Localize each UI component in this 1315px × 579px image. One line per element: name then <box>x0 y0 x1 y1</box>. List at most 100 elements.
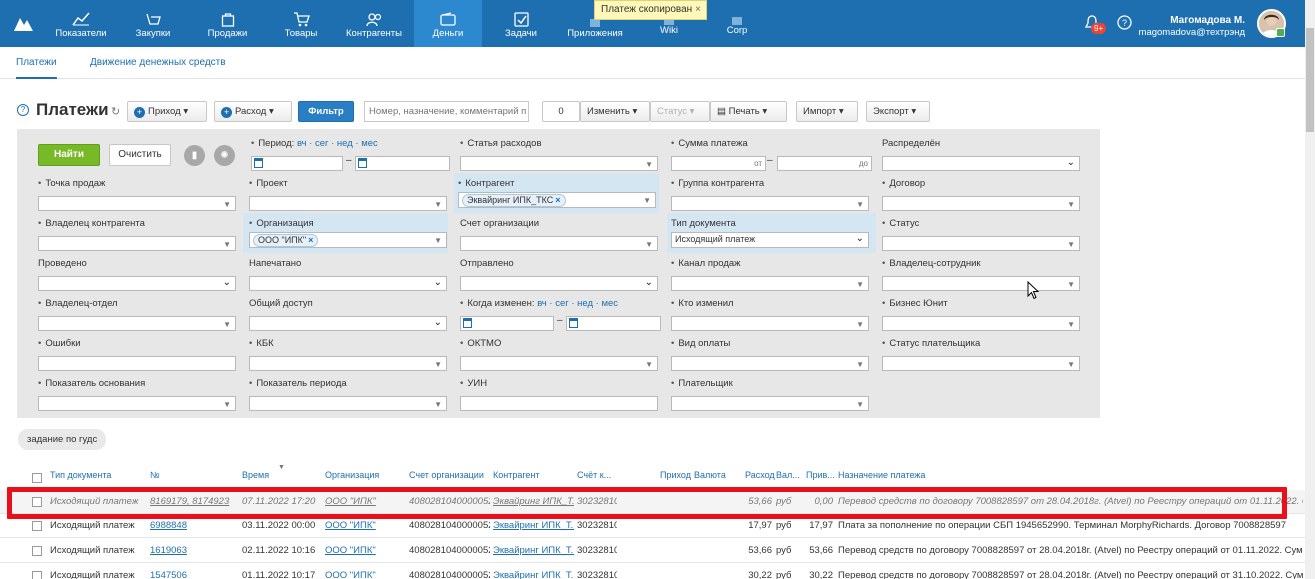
project-select[interactable]: ▼ <box>249 196 447 211</box>
status-select[interactable]: ▼ <box>882 236 1080 251</box>
calendar-icon[interactable] <box>254 158 263 168</box>
row-checkbox[interactable] <box>32 546 42 556</box>
status-button[interactable]: Статус ▾ <box>650 101 710 122</box>
cell-counterparty[interactable]: Эквайринг ИПК_Т... <box>493 520 574 531</box>
search-input[interactable] <box>364 101 529 122</box>
cell-organization[interactable]: ООО "ИПК" <box>325 570 405 579</box>
column-header[interactable]: Назначение платежа <box>838 470 925 480</box>
distributed-select[interactable]: ⌄ <box>882 156 1080 171</box>
nav-item-goods[interactable]: Товары <box>275 0 327 47</box>
period-indicator-select[interactable]: ▼ <box>249 396 447 411</box>
counterparty-owner-select[interactable]: ▼ <box>38 236 236 251</box>
refresh-icon[interactable]: ↻ <box>111 105 120 118</box>
expense-item-select[interactable]: ▼ <box>460 156 658 171</box>
payment-type-select[interactable]: ▼ <box>671 356 869 371</box>
counterparty-tag[interactable]: Эквайринг ИПК_ТКС × <box>462 194 566 207</box>
column-header[interactable]: Счет организации <box>409 470 484 480</box>
amount-from-input[interactable]: от <box>671 156 766 171</box>
tab-payments[interactable]: Платежи <box>16 57 57 79</box>
logo-icon[interactable] <box>12 14 34 32</box>
export-button[interactable]: Экспорт ▾ <box>866 101 930 122</box>
income-button[interactable]: + Приход ▾ <box>127 101 207 122</box>
cell-number[interactable]: 1619063 <box>150 545 230 556</box>
scrollbar-thumb[interactable] <box>1306 28 1314 132</box>
column-header[interactable]: Организация <box>325 470 379 480</box>
shared-access-select[interactable]: ⌄ <box>249 316 447 331</box>
column-header[interactable]: Валюта <box>694 470 726 480</box>
nav-item-corp[interactable]: Corp <box>720 0 754 47</box>
cell-organization[interactable]: ООО "ИПК" <box>325 496 405 507</box>
who-changed-select[interactable]: ▼ <box>671 316 869 331</box>
print-button[interactable]: ▤ Печать ▾ <box>710 101 787 122</box>
nav-item-sales[interactable]: Продажи <box>200 0 255 47</box>
import-button[interactable]: Импорт ▾ <box>796 101 858 122</box>
nav-item-purchases[interactable]: Закупки <box>128 0 178 47</box>
column-header[interactable]: Вал... <box>776 470 800 480</box>
period-shortcuts[interactable]: вч · сег · нед · мес <box>297 138 378 149</box>
expense-button[interactable]: + Расход ▾ <box>214 101 292 122</box>
cell-number[interactable]: 8169179, 8174923 <box>150 496 230 507</box>
cell-number[interactable]: 6988848 <box>150 520 230 531</box>
calendar-icon[interactable] <box>358 158 367 168</box>
close-icon[interactable]: × <box>695 1 701 19</box>
cell-counterparty[interactable]: Эквайринг ИПК_Т... <box>493 570 574 579</box>
find-button[interactable]: Найти <box>38 144 100 166</box>
sent-select[interactable]: ⌄ <box>460 276 658 291</box>
kbk-select[interactable]: ▼ <box>249 356 447 371</box>
row-checkbox[interactable] <box>32 521 42 531</box>
payer-status-select[interactable]: ▼ <box>882 356 1080 371</box>
contract-select[interactable]: ▼ <box>882 196 1080 211</box>
column-header[interactable]: Приход <box>660 470 691 480</box>
table-row[interactable]: Исходящий платеж 1547506 01.11.2022 10:1… <box>0 564 1305 579</box>
column-header[interactable]: Счёт к... <box>577 470 611 480</box>
bookmark-icon[interactable]: ▮ <box>184 145 205 166</box>
nav-item-money[interactable]: Деньги <box>414 0 482 47</box>
period-from-input[interactable] <box>251 156 343 171</box>
nav-item-indicators[interactable]: Показатели <box>50 0 112 47</box>
select-all-checkbox[interactable] <box>32 473 42 483</box>
row-checkbox[interactable] <box>32 571 42 579</box>
errors-input[interactable] <box>38 356 236 371</box>
cell-counterparty[interactable]: Эквайринг ИПК_Т... <box>493 496 574 507</box>
owner-department-select[interactable]: ▼ <box>38 316 236 331</box>
table-row[interactable]: Исходящий платеж 6988848 03.11.2022 00:0… <box>0 514 1305 538</box>
remove-tag-icon[interactable]: × <box>308 235 313 245</box>
uin-input[interactable] <box>460 396 658 411</box>
table-row[interactable]: Исходящий платеж 1619063 02.11.2022 10:1… <box>0 539 1305 563</box>
cell-organization[interactable]: ООО "ИПК" <box>325 545 405 556</box>
help-icon[interactable]: ? <box>17 104 29 116</box>
user-name[interactable]: Магомадова М. <box>1170 15 1245 26</box>
organization-tag[interactable]: ООО "ИПК" × <box>253 234 319 247</box>
oktmo-select[interactable]: ▼ <box>460 356 658 371</box>
basis-indicator-select[interactable]: ▼ <box>38 396 236 411</box>
column-header[interactable]: Тип документа <box>50 470 111 480</box>
nav-item-tasks[interactable]: Задачи <box>496 0 546 47</box>
clear-button[interactable]: Очистить <box>109 144 171 166</box>
amount-to-input[interactable]: до <box>777 156 872 171</box>
changed-shortcuts[interactable]: вч · сег · нед · мес <box>537 298 618 309</box>
column-header[interactable]: № <box>150 470 160 480</box>
point-of-sale-select[interactable]: ▼ <box>38 196 236 211</box>
counterparty-select[interactable]: Эквайринг ИПК_ТКС × ▼ <box>458 192 656 208</box>
counterparty-group-select[interactable]: ▼ <box>671 196 869 211</box>
column-header[interactable]: Время <box>242 470 269 480</box>
table-row[interactable]: Исходящий платеж 8169179, 8174923 07.11.… <box>0 490 1305 514</box>
column-header[interactable]: Контрагент <box>493 470 540 480</box>
changed-to-input[interactable] <box>566 316 661 331</box>
filter-button[interactable]: Фильтр <box>298 101 354 122</box>
posted-select[interactable]: ⌄ <box>38 276 236 291</box>
row-checkbox[interactable] <box>32 497 42 507</box>
sales-channel-select[interactable]: ▼ <box>671 276 869 291</box>
nav-item-counterparties[interactable]: Контрагенты <box>340 0 408 47</box>
column-header[interactable]: Прив... <box>806 470 835 480</box>
gear-icon[interactable]: ✺ <box>214 145 235 166</box>
calendar-icon[interactable] <box>569 318 578 328</box>
owner-employee-select[interactable]: ▼ <box>882 276 1080 291</box>
cell-number[interactable]: 1547506 <box>150 570 230 579</box>
cell-counterparty[interactable]: Эквайринг ИПК_Т... <box>493 545 574 556</box>
period-to-input[interactable] <box>355 156 450 171</box>
remove-tag-icon[interactable]: × <box>555 195 560 205</box>
payer-select[interactable]: ▼ <box>671 396 869 411</box>
calendar-icon[interactable] <box>463 318 472 328</box>
column-header[interactable]: Расход <box>745 470 775 480</box>
